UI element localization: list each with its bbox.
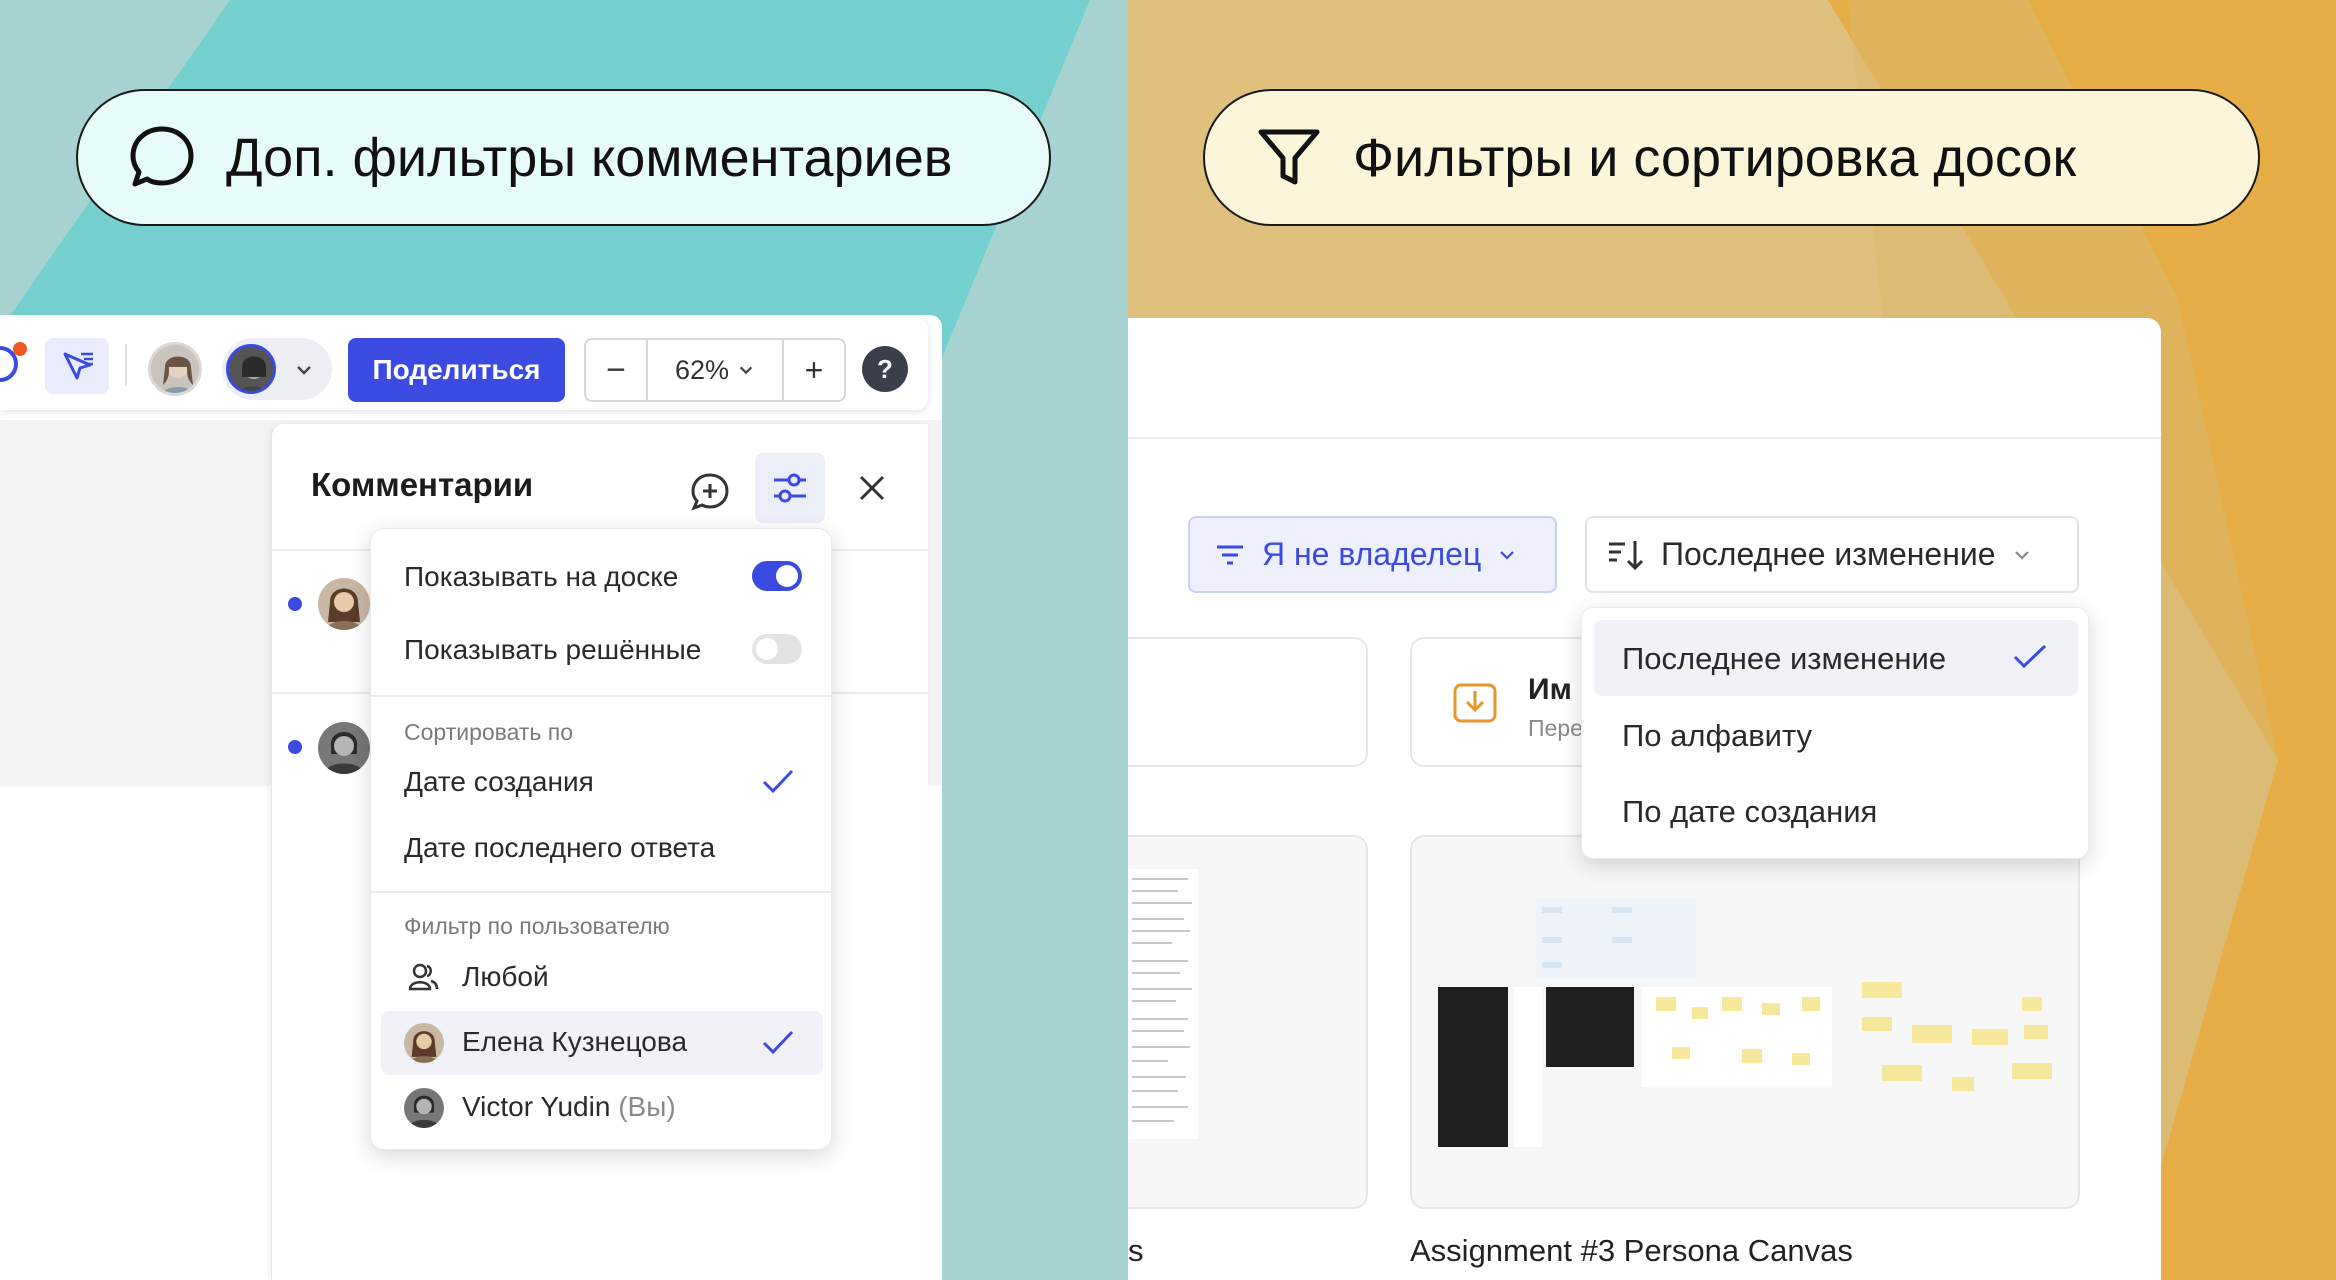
avatar[interactable] <box>318 722 370 774</box>
create-board-card[interactable] <box>1128 637 1368 767</box>
funnel-icon <box>1258 129 1320 184</box>
board-sort-menu: Последнее изменение По алфавиту По дате … <box>1581 607 2089 859</box>
menu-divider <box>371 695 831 697</box>
avatar[interactable] <box>318 578 370 630</box>
comments-title: Комментарии <box>311 466 534 503</box>
close-comments-button[interactable] <box>850 466 894 510</box>
share-button[interactable]: Поделиться <box>348 338 565 402</box>
share-button-label: Поделиться <box>372 354 541 385</box>
user-avatar-dropdown[interactable] <box>222 338 332 400</box>
show-resolved-toggle[interactable] <box>752 634 802 664</box>
board-card-persona-title: Assignment #3 Persona Canvas <box>1410 1233 1853 1268</box>
zoom-level-select[interactable]: 62% <box>648 340 782 400</box>
board-card-persona[interactable] <box>1410 835 2080 1209</box>
board-thumbnail <box>1128 869 1198 1139</box>
sort-button[interactable]: Последнее изменение <box>1585 516 2079 593</box>
chevron-down-icon <box>2014 550 2029 560</box>
pill-title: Доп. фильтры комментариев <box>226 127 953 188</box>
zoom-in-button[interactable]: + <box>782 340 844 400</box>
avatar <box>404 1088 444 1128</box>
zoom-out-label: − <box>606 350 626 389</box>
comment-filters-button[interactable] <box>755 453 825 523</box>
owner-filter-button[interactable]: Я не владелец <box>1188 516 1557 593</box>
user-option-victor[interactable]: Victor Yudin (Вы) <box>462 1091 676 1123</box>
board-toolbar: Поделиться − 62% + ? <box>0 318 928 410</box>
sort-option-created[interactable]: Дате создания <box>404 766 594 798</box>
chevron-down-icon <box>297 366 311 375</box>
help-icon: ? <box>877 353 893 384</box>
sort-heading: Сортировать по <box>404 719 574 745</box>
boards-header-divider <box>1128 437 2161 439</box>
import-icon <box>1453 683 1497 723</box>
menu-divider <box>371 891 831 893</box>
chevron-down-icon <box>1500 550 1515 560</box>
help-button[interactable]: ? <box>862 346 908 392</box>
user-filter-heading: Фильтр по пользователю <box>404 913 670 939</box>
user-you-suffix: (Вы) <box>618 1091 676 1122</box>
toolbar-divider <box>125 344 127 386</box>
board-thumbnail <box>1438 899 2052 1147</box>
sort-option-created[interactable]: По дате создания <box>1622 794 1877 830</box>
owner-filter-label: Я не владелец <box>1262 536 1482 572</box>
import-card-subtitle: Пере <box>1528 715 1583 741</box>
feature-pill-boards: Фильтры и сортировка досок <box>1203 89 2260 226</box>
avatar <box>404 1023 444 1063</box>
board-card-left-title: s <box>1128 1233 1144 1268</box>
user-option-any[interactable]: Любой <box>462 961 549 993</box>
sliders-icon <box>774 473 806 503</box>
feature-pill-comments: Доп. фильтры комментариев <box>76 89 1051 226</box>
zoom-level: 62% <box>674 354 730 385</box>
speech-bubble-icon <box>130 126 194 186</box>
users-icon <box>408 963 439 991</box>
sort-option-last-reply[interactable]: Дате последнего ответа <box>404 832 715 864</box>
sort-option-alphabetical[interactable]: По алфавиту <box>1622 718 1812 754</box>
zoom-in-label: + <box>804 351 824 388</box>
board-card-left[interactable] <box>1128 835 1368 1209</box>
avatar[interactable] <box>148 342 202 396</box>
close-icon <box>859 475 885 501</box>
show-on-board-toggle[interactable] <box>752 561 802 591</box>
chevron-down-icon <box>739 366 753 375</box>
check-icon <box>762 1030 794 1055</box>
add-comment-button[interactable] <box>684 466 736 518</box>
sort-button-label: Последнее изменение <box>1661 536 1996 572</box>
sort-option-last-modified-label: Последнее изменение <box>1622 641 1947 676</box>
comment-filter-menu: Показывать на доске Показывать решённые … <box>370 528 832 1150</box>
check-icon <box>2013 644 2047 669</box>
pill-title: Фильтры и сортировка досок <box>1353 127 2077 188</box>
user-option-elena: Елена Кузнецова <box>462 1026 688 1057</box>
comment-plus-icon <box>691 473 729 511</box>
unread-dot <box>288 740 302 754</box>
timer-icon[interactable] <box>0 340 30 388</box>
import-card-title: Им <box>1528 673 1572 706</box>
zoom-out-button[interactable]: − <box>586 340 648 400</box>
cursor-filter-icon <box>63 352 93 380</box>
filter-lines-icon <box>1217 545 1243 564</box>
show-resolved-label: Показывать решённые <box>404 634 702 665</box>
show-on-board-label: Показывать на доске <box>404 561 679 592</box>
unread-dot <box>288 597 302 611</box>
zoom-control: − 62% + <box>584 338 846 402</box>
user-name: Victor Yudin <box>462 1091 611 1122</box>
avatar <box>226 344 276 394</box>
select-filter-tool[interactable] <box>45 338 109 394</box>
sort-icon <box>1609 540 1644 570</box>
check-icon <box>762 769 794 794</box>
